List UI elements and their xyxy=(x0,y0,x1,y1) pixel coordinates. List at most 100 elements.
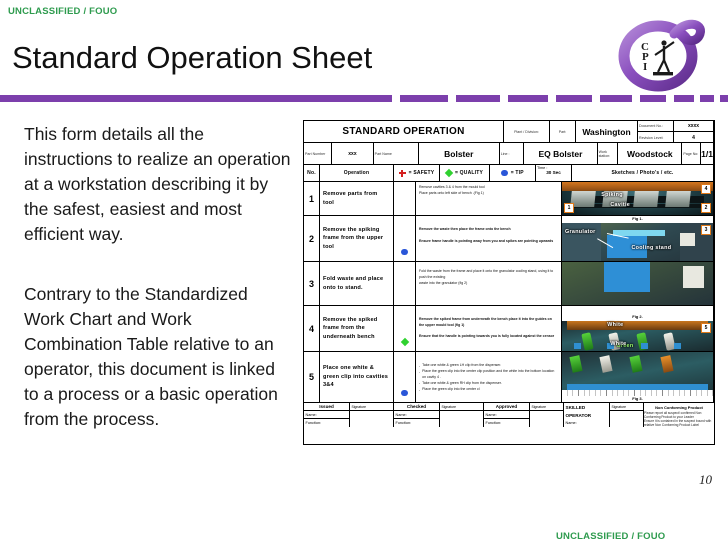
detail-text: Ensure frame handle is pointing away fro… xyxy=(419,238,554,243)
footer-skilled-operator-block: SKILLED OPERATOR Name: xyxy=(564,403,610,427)
photo-marker: 3 xyxy=(701,225,711,235)
photo-marker: 1 xyxy=(564,203,574,213)
row-number: 3 xyxy=(304,262,320,305)
detail-text: Remove the waste then place the frame on… xyxy=(419,227,511,231)
logo-letter-o xyxy=(618,19,705,92)
revision-level-label: Revision Level: xyxy=(638,132,674,143)
form-header-row-1: STANDARD OPERATION Plant / Division: Par… xyxy=(304,121,714,143)
detail-line: waste into the granulator (fig 2) xyxy=(419,281,558,287)
row-sketch-cell: Spiking Cavitie 4 1 2 xyxy=(562,182,714,215)
detail-text: Place the green clip into the center cli… xyxy=(422,369,555,380)
line-value-cell: EQ Bolster xyxy=(524,143,598,165)
footer-issued-signature: Signature xyxy=(350,403,394,427)
standard-operation-sheet-form: STANDARD OPERATION Plant / Division: Par… xyxy=(303,120,715,445)
workstation-value-cell: Woodstock xyxy=(618,143,683,165)
row-symbol-cell xyxy=(394,182,416,215)
row-details: Fold the waste from the frame and place … xyxy=(416,262,562,305)
classification-separator: / xyxy=(631,531,635,542)
form-column-header-row: No. Operation = SAFETY = QUALITY = TIP T… xyxy=(304,165,714,182)
detail-line: - Place the green clip into the center cl xyxy=(419,387,480,392)
detail-text: Take one white & green LH clip from the … xyxy=(422,363,502,367)
detail-line: Ensure frame handle is pointing away fro… xyxy=(419,239,558,245)
part-name-label: Part Name xyxy=(374,151,392,156)
column-header-operation: Operation xyxy=(320,165,394,182)
part-number-label-cell: Part Number xyxy=(304,143,333,165)
detail-text: Ensure that the handle is pointing towar… xyxy=(419,333,555,338)
footer-issued-block: Issued Name: Function: xyxy=(304,403,350,427)
classification-level: UNCLASSIFIED xyxy=(556,531,629,542)
column-header-quality-label: = QUALITY xyxy=(454,170,484,176)
photo-caption: Fig 1. xyxy=(562,216,713,222)
detail-text: Take one white & green RH clip from the … xyxy=(422,380,502,385)
column-header-tip-label: = TIP xyxy=(510,170,524,176)
photo-label-white-top: White xyxy=(607,322,624,328)
photo-clips: White Green White 5 xyxy=(562,321,713,351)
green-diamond-icon xyxy=(400,337,409,347)
table-row: 5 Place one white & green clip into cavi… xyxy=(304,352,714,403)
row-number: 5 xyxy=(304,352,320,402)
classification-level: UNCLASSIFIED xyxy=(8,6,81,17)
row-sketch-cell xyxy=(562,262,714,305)
column-header-no-label: No. xyxy=(307,170,316,176)
photo-granulator: Granulator Cooling stand 3 xyxy=(562,223,713,261)
part-name-value-cell: Bolster xyxy=(418,143,500,165)
detail-line: Fold the waste from the frame and place … xyxy=(419,269,558,281)
workstation-label: Work station: xyxy=(598,149,611,158)
classification-caveat: FOUO xyxy=(89,6,118,17)
form-header-row-2: Part Number xxx Part Name Bolster Line :… xyxy=(304,143,714,165)
checked-function-label: Function: xyxy=(395,421,412,425)
document-no-value: xxxx xyxy=(687,123,700,129)
document-no-row: Document No.: xxxx xyxy=(638,121,713,132)
page-no-value: 1/1 xyxy=(701,148,713,159)
detail-line: Ensure that the handle is pointing towar… xyxy=(419,334,558,340)
footer-checked-block: Checked Name: Function: xyxy=(394,403,440,427)
detail-text: waste into the granulator (fig 2) xyxy=(419,280,468,285)
photo-label-granulator: Granulator xyxy=(565,229,596,235)
classification-banner-top: UNCLASSIFIED / FOUO xyxy=(8,6,117,17)
detail-text: Remove the spiked frame from underneath … xyxy=(419,317,552,327)
page-title: Standard Operation Sheet xyxy=(12,40,373,75)
photo-mould-tool: Spiking Cavitie 4 1 2 xyxy=(562,182,713,215)
column-header-operation-label: Operation xyxy=(343,170,370,176)
slide-page-number: 10 xyxy=(699,472,712,487)
approved-name-label: Name: xyxy=(484,411,529,419)
part-number-label: Part Number xyxy=(305,151,326,156)
paragraph-2: Contrary to the Standardized Work Chart … xyxy=(24,284,278,429)
part-name-label-cell: Part Name xyxy=(373,143,419,165)
blue-dot-icon xyxy=(401,389,408,396)
photo-caption: Fig 3. xyxy=(562,396,713,402)
ncp-line-1: Please report all suspect/ confirmed Non… xyxy=(644,411,702,419)
green-diamond-icon xyxy=(444,168,454,178)
classification-banner-bottom: UNCLASSIFIED / FOUO xyxy=(556,531,665,542)
detail-line: - Place the green clip into the center cl… xyxy=(419,369,558,381)
photo-marker: 4 xyxy=(701,184,711,194)
plant-division-label: Plant / Division: xyxy=(514,129,539,134)
classification-separator: / xyxy=(83,6,87,17)
row-sketch-cell: Fig 3. xyxy=(562,352,714,402)
line-label: Line : xyxy=(500,151,510,156)
line-label-cell: Line : xyxy=(499,143,525,165)
row-sketch-cell: Fig 1. Granulator Cooling stand 3 xyxy=(562,216,714,261)
ncp-title: Non Conforming Product xyxy=(655,404,703,410)
footer-checked-signature: Signature xyxy=(440,403,484,427)
photo-label-spiking: Spiking xyxy=(601,192,623,198)
form-title: STANDARD OPERATION xyxy=(342,126,465,137)
detail-line: Remove the spiked frame from underneath … xyxy=(419,317,558,329)
row-operation: Remove parts from tool xyxy=(320,182,394,215)
checked-label: Checked xyxy=(394,403,439,411)
part-label-cell: Part: xyxy=(550,121,576,143)
skilled-line-2: OPERATOR xyxy=(565,412,592,418)
detail-text: Place the green clip into the center cl xyxy=(422,387,480,392)
line-value: EQ Bolster xyxy=(538,148,583,159)
revision-level-row: Revision Level: 4 xyxy=(638,132,713,143)
revision-level-value: 4 xyxy=(692,134,695,141)
table-row: 4 Remove the spiked frame from the under… xyxy=(304,306,714,352)
photo-label-cavitie: Cavitie xyxy=(610,202,631,208)
plant-value: Washington xyxy=(582,126,631,137)
time-value: 30 Sec xyxy=(546,170,561,175)
workstation-label-cell: Work station: xyxy=(597,143,619,165)
row-operation: Remove the spiking frame from the upper … xyxy=(320,216,394,261)
blue-dot-icon xyxy=(401,248,408,255)
row-sketch-cell: Fig 2. White Green White 5 xyxy=(562,306,714,351)
cpi-logo: C P I xyxy=(608,12,714,92)
